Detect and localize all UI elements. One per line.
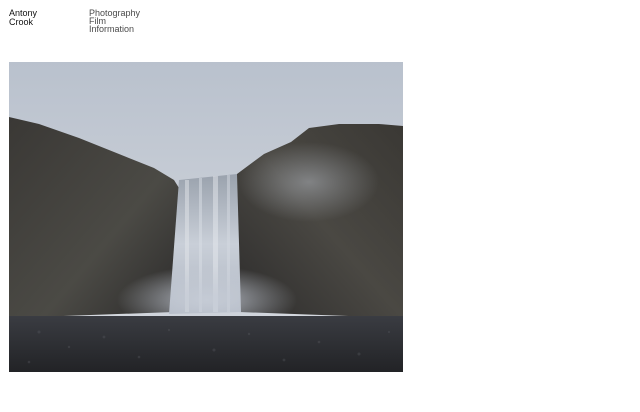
nav-item-information[interactable]: Information (89, 25, 140, 34)
main-nav: Photography Film Information (89, 9, 140, 34)
waterfall-photo (9, 62, 403, 372)
site-title-link[interactable]: Antony Crook (9, 9, 37, 27)
pebble-ground (9, 316, 403, 372)
hero-image-waterfall (9, 62, 403, 372)
site-title-line-2: Crook (9, 17, 34, 27)
cliff-mist (239, 142, 379, 222)
